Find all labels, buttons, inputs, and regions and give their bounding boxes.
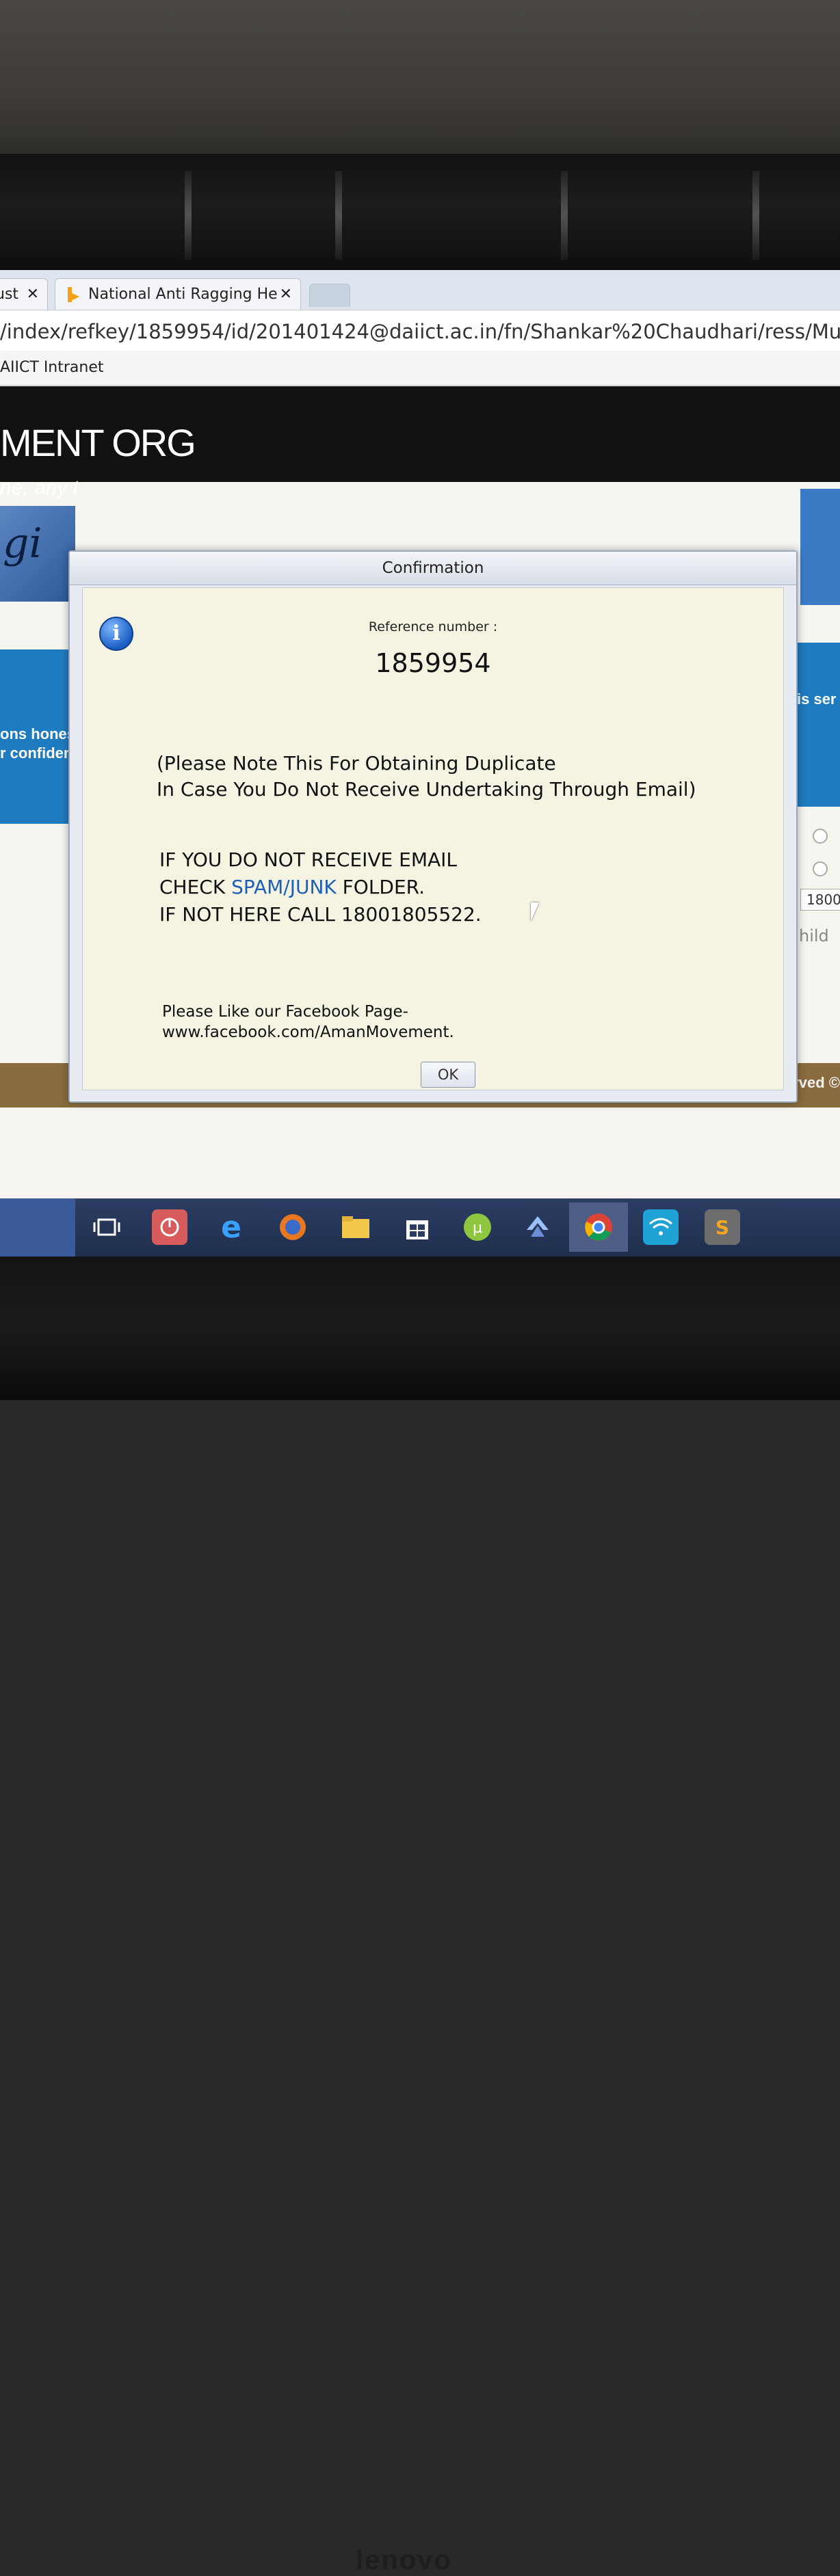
warning-line: CHECK SPAM/JUNK FOLDER. — [159, 874, 482, 901]
store-icon[interactable] — [399, 1209, 435, 1245]
phone-input[interactable]: 1800 — [800, 889, 840, 911]
wifi-icon[interactable] — [643, 1209, 679, 1245]
form-label: hild — [799, 926, 829, 945]
dialog-body: i Reference number : 1859954 (Please Not… — [82, 587, 784, 1090]
dialog-title: Confirmation — [382, 559, 484, 577]
bezel-glare — [335, 171, 342, 260]
mouse-cursor — [531, 902, 539, 922]
taskbar: e µ S — [0, 1198, 840, 1258]
utorrent-icon[interactable]: µ — [460, 1209, 495, 1245]
brand-logo: lenovo — [356, 2545, 452, 2575]
spam-junk-text: SPAM/JUNK — [231, 876, 337, 898]
note-line: (Please Note This For Obtaining Duplicat… — [157, 752, 556, 775]
panel-text: ons hones — [0, 725, 76, 742]
reference-label: Reference number : — [368, 619, 498, 634]
bookmarks-bar: AIICT Intranet — [0, 351, 840, 386]
url-text[interactable]: /index/refkey/1859954/id/201401424@daiic… — [0, 320, 840, 343]
site-title: MENT ORG — [0, 421, 196, 464]
note-text: (Please Note This For Obtaining Duplicat… — [157, 751, 696, 803]
new-tab-button[interactable] — [309, 284, 350, 307]
laptop-bottom-bezel: lenovo — [0, 1257, 840, 2575]
bezel-glare — [752, 171, 759, 260]
web-page: MENT ORG ne, any t gi ons hones r confid… — [0, 386, 840, 1196]
panel-text: is ser — [797, 690, 837, 708]
facebook-link: www.facebook.com/AmanMovement. — [162, 1023, 454, 1041]
reference-number: 1859954 — [375, 648, 491, 678]
close-icon[interactable]: ✕ — [280, 286, 292, 303]
hero-image: gi — [0, 506, 75, 602]
background-wall — [0, 0, 840, 161]
laptop-screen: ust ✕ National Anti Ragging He ✕ /index/… — [0, 270, 840, 1258]
warning-line: IF NOT HERE CALL 18001805522. — [159, 903, 482, 926]
bezel-glare — [561, 171, 568, 260]
confirmation-dialog: Confirmation i Reference number : 185995… — [68, 550, 798, 1103]
screen-top-bezel — [0, 154, 840, 277]
start-area[interactable] — [0, 1198, 75, 1258]
browser-tab-active[interactable]: National Anti Ragging He ✕ — [55, 278, 301, 310]
dialog-titlebar[interactable]: Confirmation — [70, 552, 796, 585]
edge-icon[interactable]: e — [213, 1209, 249, 1245]
bing-icon — [64, 286, 81, 304]
firefox-icon[interactable] — [275, 1209, 311, 1245]
chrome-icon[interactable] — [569, 1203, 628, 1252]
facebook-note: Please Like our Facebook Page- www.faceb… — [162, 1002, 454, 1043]
bezel-glare — [185, 171, 192, 260]
site-header: MENT ORG — [0, 386, 840, 482]
tab-label: National Anti Ragging He — [88, 286, 278, 303]
address-bar[interactable]: /index/refkey/1859954/id/201401424@daiic… — [0, 310, 840, 352]
note-line: In Case You Do Not Receive Undertaking T… — [157, 778, 696, 801]
hero-image-right — [800, 489, 840, 605]
radio-button[interactable] — [813, 829, 828, 844]
power-app-icon[interactable] — [152, 1209, 187, 1245]
task-view-icon[interactable] — [89, 1209, 124, 1245]
app-arrow-icon[interactable] — [520, 1209, 555, 1245]
sublime-icon[interactable]: S — [705, 1209, 740, 1245]
info-panel-left: ons hones r confiden — [0, 649, 76, 824]
browser-tab[interactable]: ust ✕ — [0, 278, 48, 310]
ok-button[interactable]: OK — [421, 1062, 475, 1088]
warning-line: IF YOU DO NOT RECEIVE EMAIL — [159, 848, 458, 871]
browser-tab-bar: ust ✕ National Anti Ragging He ✕ — [0, 270, 840, 311]
close-icon[interactable]: ✕ — [27, 286, 39, 303]
tab-label: ust — [0, 286, 19, 303]
email-warning: IF YOU DO NOT RECEIVE EMAIL CHECK SPAM/J… — [159, 846, 482, 928]
file-explorer-icon[interactable] — [338, 1209, 373, 1245]
info-panel-right: is ser — [797, 643, 840, 807]
site-tagline: ne, any t — [0, 477, 79, 499]
warning-text: CHECK — [159, 876, 232, 898]
bookmark-item[interactable]: AIICT Intranet — [0, 359, 104, 376]
svg-text:µ: µ — [473, 1220, 482, 1237]
warning-text: FOLDER. — [336, 876, 425, 898]
panel-text: r confiden — [0, 744, 73, 762]
facebook-line: Please Like our Facebook Page- — [162, 1003, 408, 1021]
radio-button[interactable] — [813, 861, 828, 876]
